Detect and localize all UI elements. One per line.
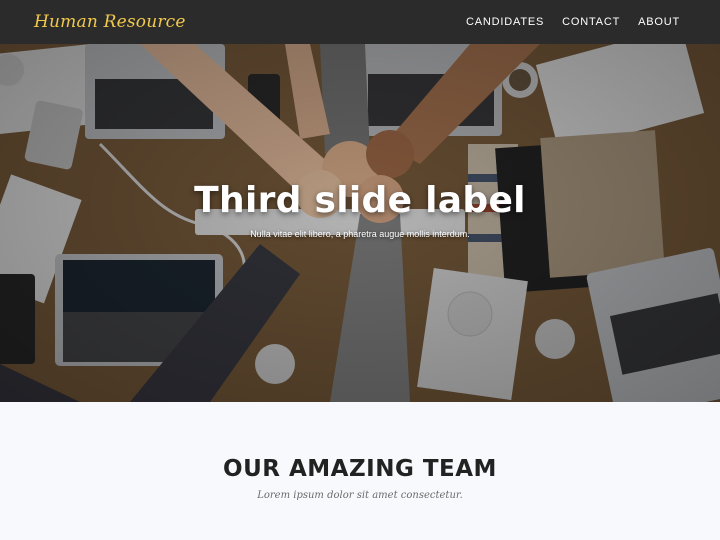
slide-title: Third slide label: [194, 180, 526, 221]
slide-description: Nulla vitae elit libero, a pharetra augu…: [250, 229, 470, 239]
team-section: OUR AMAZING TEAM Lorem ipsum dolor sit a…: [0, 402, 720, 540]
nav-link-about[interactable]: ABOUT: [638, 16, 680, 28]
navbar: Human Resource CANDIDATES CONTACT ABOUT: [0, 0, 720, 44]
nav-link-candidates[interactable]: CANDIDATES: [466, 16, 544, 28]
nav-link-contact[interactable]: CONTACT: [562, 16, 620, 28]
section-heading: OUR AMAZING TEAM: [223, 456, 497, 482]
hero-carousel[interactable]: Third slide label Nulla vitae elit liber…: [0, 44, 720, 402]
nav-links: CANDIDATES CONTACT ABOUT: [466, 16, 680, 28]
brand-logo[interactable]: Human Resource: [34, 12, 186, 32]
section-subheading: Lorem ipsum dolor sit amet consectetur.: [257, 490, 463, 501]
carousel-caption: Third slide label Nulla vitae elit liber…: [0, 180, 720, 239]
